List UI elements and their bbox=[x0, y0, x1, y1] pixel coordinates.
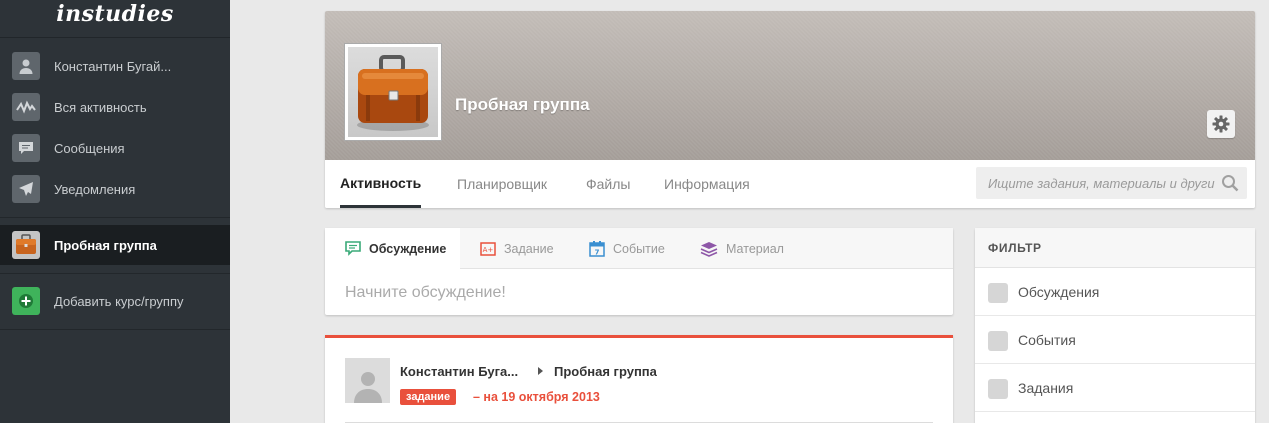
avatar[interactable] bbox=[345, 358, 390, 403]
sidebar-item-label: Добавить курс/группу bbox=[54, 293, 184, 309]
group-tabs: Активность Планировщик Файлы Информация bbox=[325, 160, 1255, 208]
arrow-right-icon bbox=[538, 367, 543, 375]
search-box bbox=[976, 167, 1247, 199]
svg-text:7: 7 bbox=[595, 248, 600, 256]
group-avatar[interactable] bbox=[345, 44, 441, 140]
tab-files[interactable]: Файлы bbox=[586, 160, 630, 208]
discussion-icon bbox=[345, 241, 361, 256]
sidebar-divider bbox=[0, 329, 230, 330]
post-group[interactable]: Пробная группа bbox=[554, 364, 657, 379]
sidebar: instudies Константин Бугай... Вся активн… bbox=[0, 0, 230, 423]
post-author[interactable]: Константин Буга... bbox=[400, 364, 518, 379]
sidebar-item-messages[interactable]: Сообщения bbox=[0, 128, 230, 168]
message-icon bbox=[12, 134, 40, 162]
composer-tab-event[interactable]: 7 Событие bbox=[589, 228, 665, 269]
filter-checkbox[interactable] bbox=[988, 379, 1008, 399]
notification-icon bbox=[12, 175, 40, 203]
discussion-input[interactable]: Начните обсуждение! bbox=[345, 284, 506, 302]
gear-icon bbox=[1212, 115, 1230, 133]
sidebar-item-notifications[interactable]: Уведомления bbox=[0, 169, 230, 209]
tab-info[interactable]: Информация bbox=[664, 160, 750, 208]
app-logo[interactable]: instudies bbox=[0, 0, 230, 38]
activity-icon bbox=[12, 93, 40, 121]
filter-option-label: События bbox=[1018, 332, 1076, 348]
composer-tab-label: Материал bbox=[726, 241, 784, 256]
filter-header: ФИЛЬТР bbox=[975, 228, 1255, 268]
activity-post: Константин Буга... Пробная группа задани… bbox=[325, 335, 953, 423]
sidebar-item-label: Сообщения bbox=[54, 140, 125, 156]
filter-option-assignments[interactable]: Задания bbox=[975, 364, 1255, 412]
sidebar-item-label: Пробная группа bbox=[54, 237, 157, 253]
sidebar-item-all-activity[interactable]: Вся активность bbox=[0, 87, 230, 127]
filter-panel: ФИЛЬТР Обсуждения События Задания bbox=[975, 228, 1255, 423]
user-icon bbox=[353, 372, 382, 403]
group-title: Пробная группа bbox=[455, 95, 590, 114]
search-input[interactable] bbox=[976, 167, 1216, 199]
sidebar-item-add-course[interactable]: Добавить курс/группу bbox=[0, 281, 230, 321]
sidebar-item-label: Вся активность bbox=[54, 99, 147, 115]
filter-title: ФИЛЬТР bbox=[988, 241, 1042, 255]
post-composer: Обсуждение A+ Задание 7 Событие Материал… bbox=[325, 228, 953, 315]
assignment-icon: A+ bbox=[480, 241, 496, 256]
add-icon bbox=[12, 287, 40, 315]
sidebar-divider bbox=[0, 217, 230, 218]
calendar-icon: 7 bbox=[589, 240, 605, 257]
sidebar-divider bbox=[0, 273, 230, 274]
svg-text:A+: A+ bbox=[483, 246, 494, 254]
composer-tab-label: Задание bbox=[504, 241, 554, 256]
filter-checkbox[interactable] bbox=[988, 331, 1008, 351]
filter-option-events[interactable]: События bbox=[975, 316, 1255, 364]
group-cover bbox=[325, 11, 1255, 160]
tab-planner[interactable]: Планировщик bbox=[457, 160, 547, 208]
filter-option-label: Задания bbox=[1018, 380, 1074, 396]
material-icon bbox=[700, 241, 718, 257]
briefcase-icon bbox=[348, 47, 438, 137]
search-icon[interactable] bbox=[1221, 174, 1239, 192]
status-badge: задание bbox=[400, 389, 457, 405]
tab-activity[interactable]: Активность bbox=[340, 160, 422, 208]
composer-tab-discussion[interactable]: Обсуждение bbox=[325, 228, 460, 269]
group-settings-button[interactable] bbox=[1207, 110, 1235, 138]
composer-tabs: Обсуждение A+ Задание 7 Событие Материал bbox=[325, 228, 953, 269]
group-header: Пробная группа Активность Планировщик Фа… bbox=[325, 11, 1255, 208]
filter-option-label: Обсуждения bbox=[1018, 284, 1100, 300]
briefcase-icon bbox=[12, 231, 40, 259]
composer-tab-assignment[interactable]: A+ Задание bbox=[480, 228, 554, 269]
filter-option-discussions[interactable]: Обсуждения bbox=[975, 268, 1255, 316]
composer-tab-label: Обсуждение bbox=[369, 241, 447, 256]
sidebar-item-group[interactable]: Пробная группа bbox=[0, 225, 230, 265]
composer-tab-material[interactable]: Материал bbox=[700, 228, 784, 269]
composer-tab-label: Событие bbox=[613, 241, 665, 256]
post-due-date: – на 19 октября 2013 bbox=[473, 390, 600, 404]
sidebar-item-label: Константин Бугай... bbox=[54, 58, 172, 74]
filter-checkbox[interactable] bbox=[988, 283, 1008, 303]
sidebar-item-label: Уведомления bbox=[54, 181, 136, 197]
sidebar-item-profile[interactable]: Константин Бугай... bbox=[0, 46, 230, 86]
user-icon bbox=[12, 52, 40, 80]
